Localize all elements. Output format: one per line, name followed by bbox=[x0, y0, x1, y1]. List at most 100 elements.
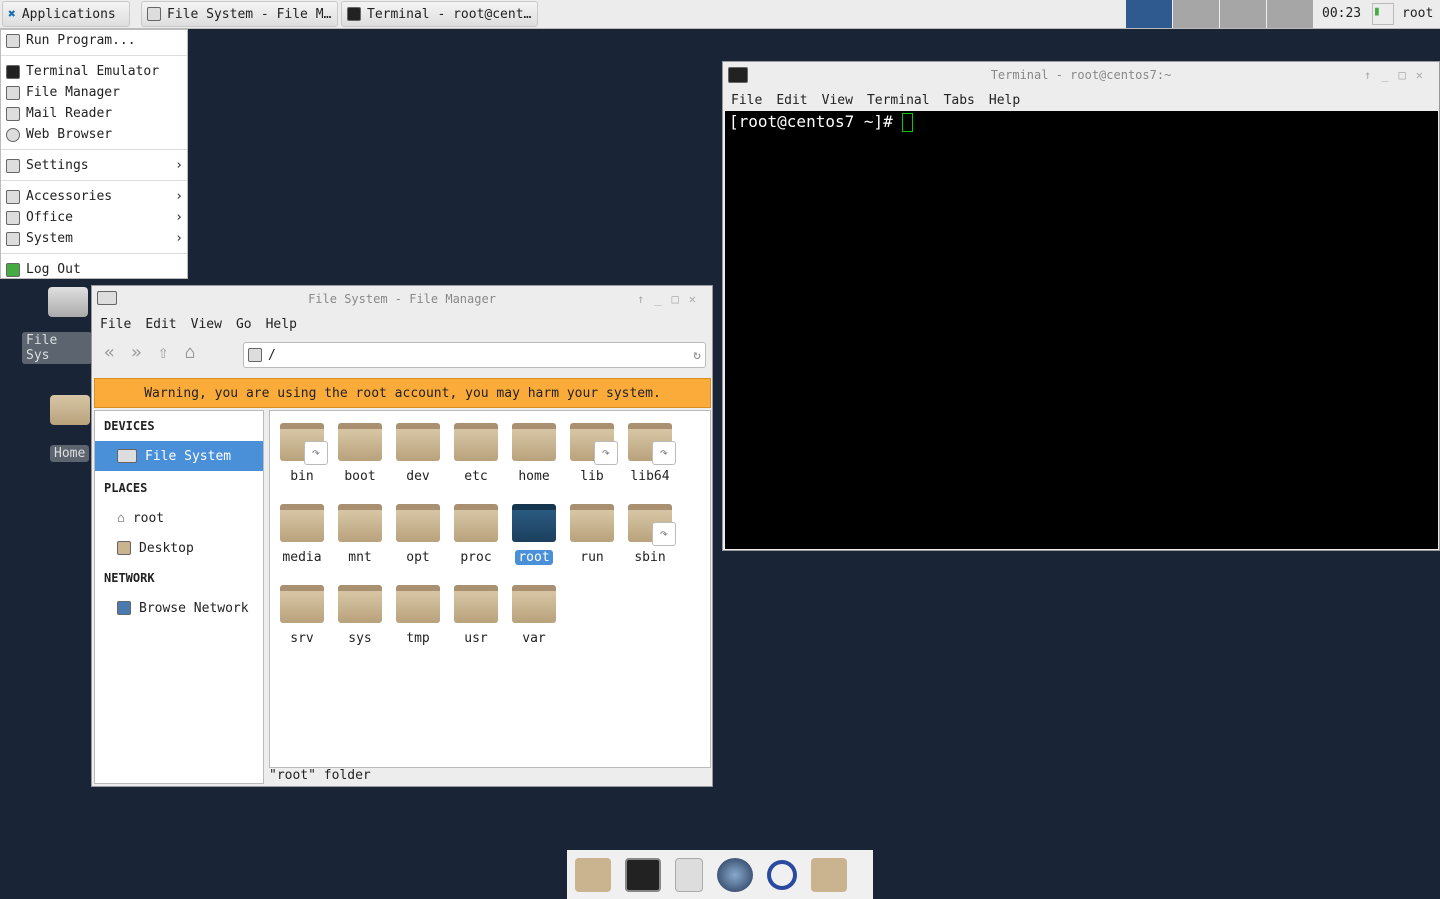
reload-icon[interactable]: ↻ bbox=[693, 348, 701, 363]
folder-sys[interactable]: sys bbox=[331, 585, 389, 646]
home-icon: ⌂ bbox=[117, 510, 125, 526]
chevron-right-icon: › bbox=[175, 210, 183, 225]
folder-var[interactable]: var bbox=[505, 585, 563, 646]
chevron-right-icon: › bbox=[175, 189, 183, 204]
folder-sbin[interactable]: ↷ sbin bbox=[621, 504, 679, 565]
menu-file[interactable]: File bbox=[100, 317, 131, 332]
run-icon bbox=[6, 33, 20, 48]
folder-icon[interactable] bbox=[811, 857, 847, 892]
office-icon bbox=[6, 210, 20, 225]
folder-icon bbox=[396, 504, 440, 542]
workspace-2[interactable] bbox=[1173, 0, 1220, 28]
desktop-icon-file-system[interactable]: File Sys bbox=[22, 287, 92, 364]
workspace-switcher[interactable] bbox=[1126, 0, 1314, 28]
folder-dev[interactable]: dev bbox=[389, 423, 447, 484]
task-terminal[interactable]: Terminal - root@cent… bbox=[341, 1, 538, 27]
folder-icon bbox=[512, 504, 556, 542]
menu-settings[interactable]: Settings › bbox=[1, 155, 187, 176]
folder-srv[interactable]: srv bbox=[273, 585, 331, 646]
menu-log-out[interactable]: Log Out bbox=[1, 259, 187, 280]
sidebar-item-desktop[interactable]: Desktop bbox=[95, 533, 263, 563]
folder-etc[interactable]: etc bbox=[447, 423, 505, 484]
folder-proc[interactable]: proc bbox=[447, 504, 505, 565]
folder-lib[interactable]: ↷ lib bbox=[563, 423, 621, 484]
folder-icon bbox=[280, 585, 324, 623]
folder-icon bbox=[338, 504, 382, 542]
menu-tabs[interactable]: Tabs bbox=[944, 93, 975, 108]
folder-icon: ↷ bbox=[628, 423, 676, 465]
menu-terminal[interactable]: Terminal Emulator bbox=[1, 61, 187, 82]
title-bar[interactable]: File System - File Manager ↑_□✕ bbox=[92, 286, 712, 312]
folder-boot[interactable]: boot bbox=[331, 423, 389, 484]
folder-mnt[interactable]: mnt bbox=[331, 504, 389, 565]
menu-edit[interactable]: Edit bbox=[145, 317, 176, 332]
accessories-icon bbox=[6, 189, 20, 204]
sidebar-item-browse-network[interactable]: Browse Network bbox=[95, 593, 263, 623]
menu-view[interactable]: View bbox=[822, 93, 853, 108]
top-panel: ✖ Applications File System - File M… Term… bbox=[0, 0, 1440, 29]
user-name[interactable]: root bbox=[1402, 6, 1433, 21]
terminal-screen[interactable]: [root@centos7 ~]# bbox=[725, 111, 1438, 549]
menu-file[interactable]: File bbox=[731, 93, 762, 108]
folder-root[interactable]: root bbox=[505, 504, 563, 565]
menu-office[interactable]: Office › bbox=[1, 207, 187, 228]
folder-icon bbox=[454, 585, 498, 623]
home-icon[interactable]: ⌂ bbox=[185, 342, 196, 363]
window-controls[interactable]: ↑_□✕ bbox=[1364, 62, 1433, 88]
folder-usr[interactable]: usr bbox=[447, 585, 505, 646]
menu-system[interactable]: System › bbox=[1, 228, 187, 249]
terminal-icon[interactable] bbox=[625, 857, 661, 892]
folder-opt[interactable]: opt bbox=[389, 504, 447, 565]
symlink-icon: ↷ bbox=[594, 441, 618, 465]
workspace-1[interactable] bbox=[1126, 0, 1173, 28]
drive-icon bbox=[97, 291, 117, 305]
dock bbox=[567, 850, 873, 899]
folder-bin[interactable]: ↷ bin bbox=[273, 423, 331, 484]
menu-mail-reader[interactable]: Mail Reader bbox=[1, 103, 187, 124]
folder-lib64[interactable]: ↷ lib64 bbox=[621, 423, 679, 484]
title-bar[interactable]: Terminal - root@centos7:~ ↑_□✕ bbox=[723, 62, 1439, 88]
folder-icon: ↷ bbox=[280, 423, 328, 465]
task-file-manager[interactable]: File System - File M… bbox=[141, 1, 338, 27]
menu-accessories[interactable]: Accessories › bbox=[1, 186, 187, 207]
forward-icon[interactable]: » bbox=[131, 342, 142, 363]
folder-media[interactable]: media bbox=[273, 504, 331, 565]
menu-terminal[interactable]: Terminal bbox=[867, 93, 930, 108]
desktop-icon-home[interactable]: Home bbox=[48, 395, 92, 462]
file-manager-icon[interactable] bbox=[675, 857, 703, 892]
back-icon[interactable]: « bbox=[104, 342, 115, 363]
folder-home[interactable]: home bbox=[505, 423, 563, 484]
folder-icon bbox=[396, 423, 440, 461]
menu-help[interactable]: Help bbox=[266, 317, 297, 332]
places-header: PLACES bbox=[104, 481, 148, 495]
file-manager-icon bbox=[147, 7, 161, 21]
menu-file-manager[interactable]: File Manager bbox=[1, 82, 187, 103]
folder-run[interactable]: run bbox=[563, 504, 621, 565]
terminal-icon bbox=[6, 64, 20, 79]
search-icon[interactable] bbox=[767, 859, 797, 890]
workspace-4[interactable] bbox=[1267, 0, 1314, 28]
menu-run-program[interactable]: Run Program... bbox=[1, 30, 187, 51]
sidebar-item-root[interactable]: ⌂ root bbox=[95, 503, 263, 533]
applications-menu: Run Program... Terminal Emulator File Ma… bbox=[0, 29, 188, 279]
applications-menu-button[interactable]: ✖ Applications bbox=[2, 1, 130, 27]
menu-help[interactable]: Help bbox=[989, 93, 1020, 108]
up-icon[interactable]: ⇧ bbox=[158, 342, 169, 363]
sidebar-item-file-system[interactable]: File System bbox=[95, 441, 263, 471]
devices-header: DEVICES bbox=[104, 419, 155, 433]
menu-go[interactable]: Go bbox=[236, 317, 252, 332]
location-bar[interactable]: / ↻ bbox=[243, 342, 706, 368]
menu-web-browser[interactable]: Web Browser bbox=[1, 124, 187, 145]
prompt: [root@centos7 ~]# bbox=[729, 112, 893, 131]
home-folder-icon[interactable] bbox=[575, 857, 611, 892]
battery-icon[interactable]: ▮ bbox=[1372, 3, 1394, 25]
menu-edit[interactable]: Edit bbox=[776, 93, 807, 108]
folder-icon: ↷ bbox=[628, 504, 676, 546]
web-browser-icon[interactable] bbox=[717, 857, 753, 892]
workspace-3[interactable] bbox=[1220, 0, 1267, 28]
folder-tmp[interactable]: tmp bbox=[389, 585, 447, 646]
terminal-icon bbox=[728, 67, 748, 83]
window-controls[interactable]: ↑_□✕ bbox=[637, 286, 706, 312]
menu-view[interactable]: View bbox=[191, 317, 222, 332]
clock[interactable]: 00:23 bbox=[1322, 6, 1361, 21]
